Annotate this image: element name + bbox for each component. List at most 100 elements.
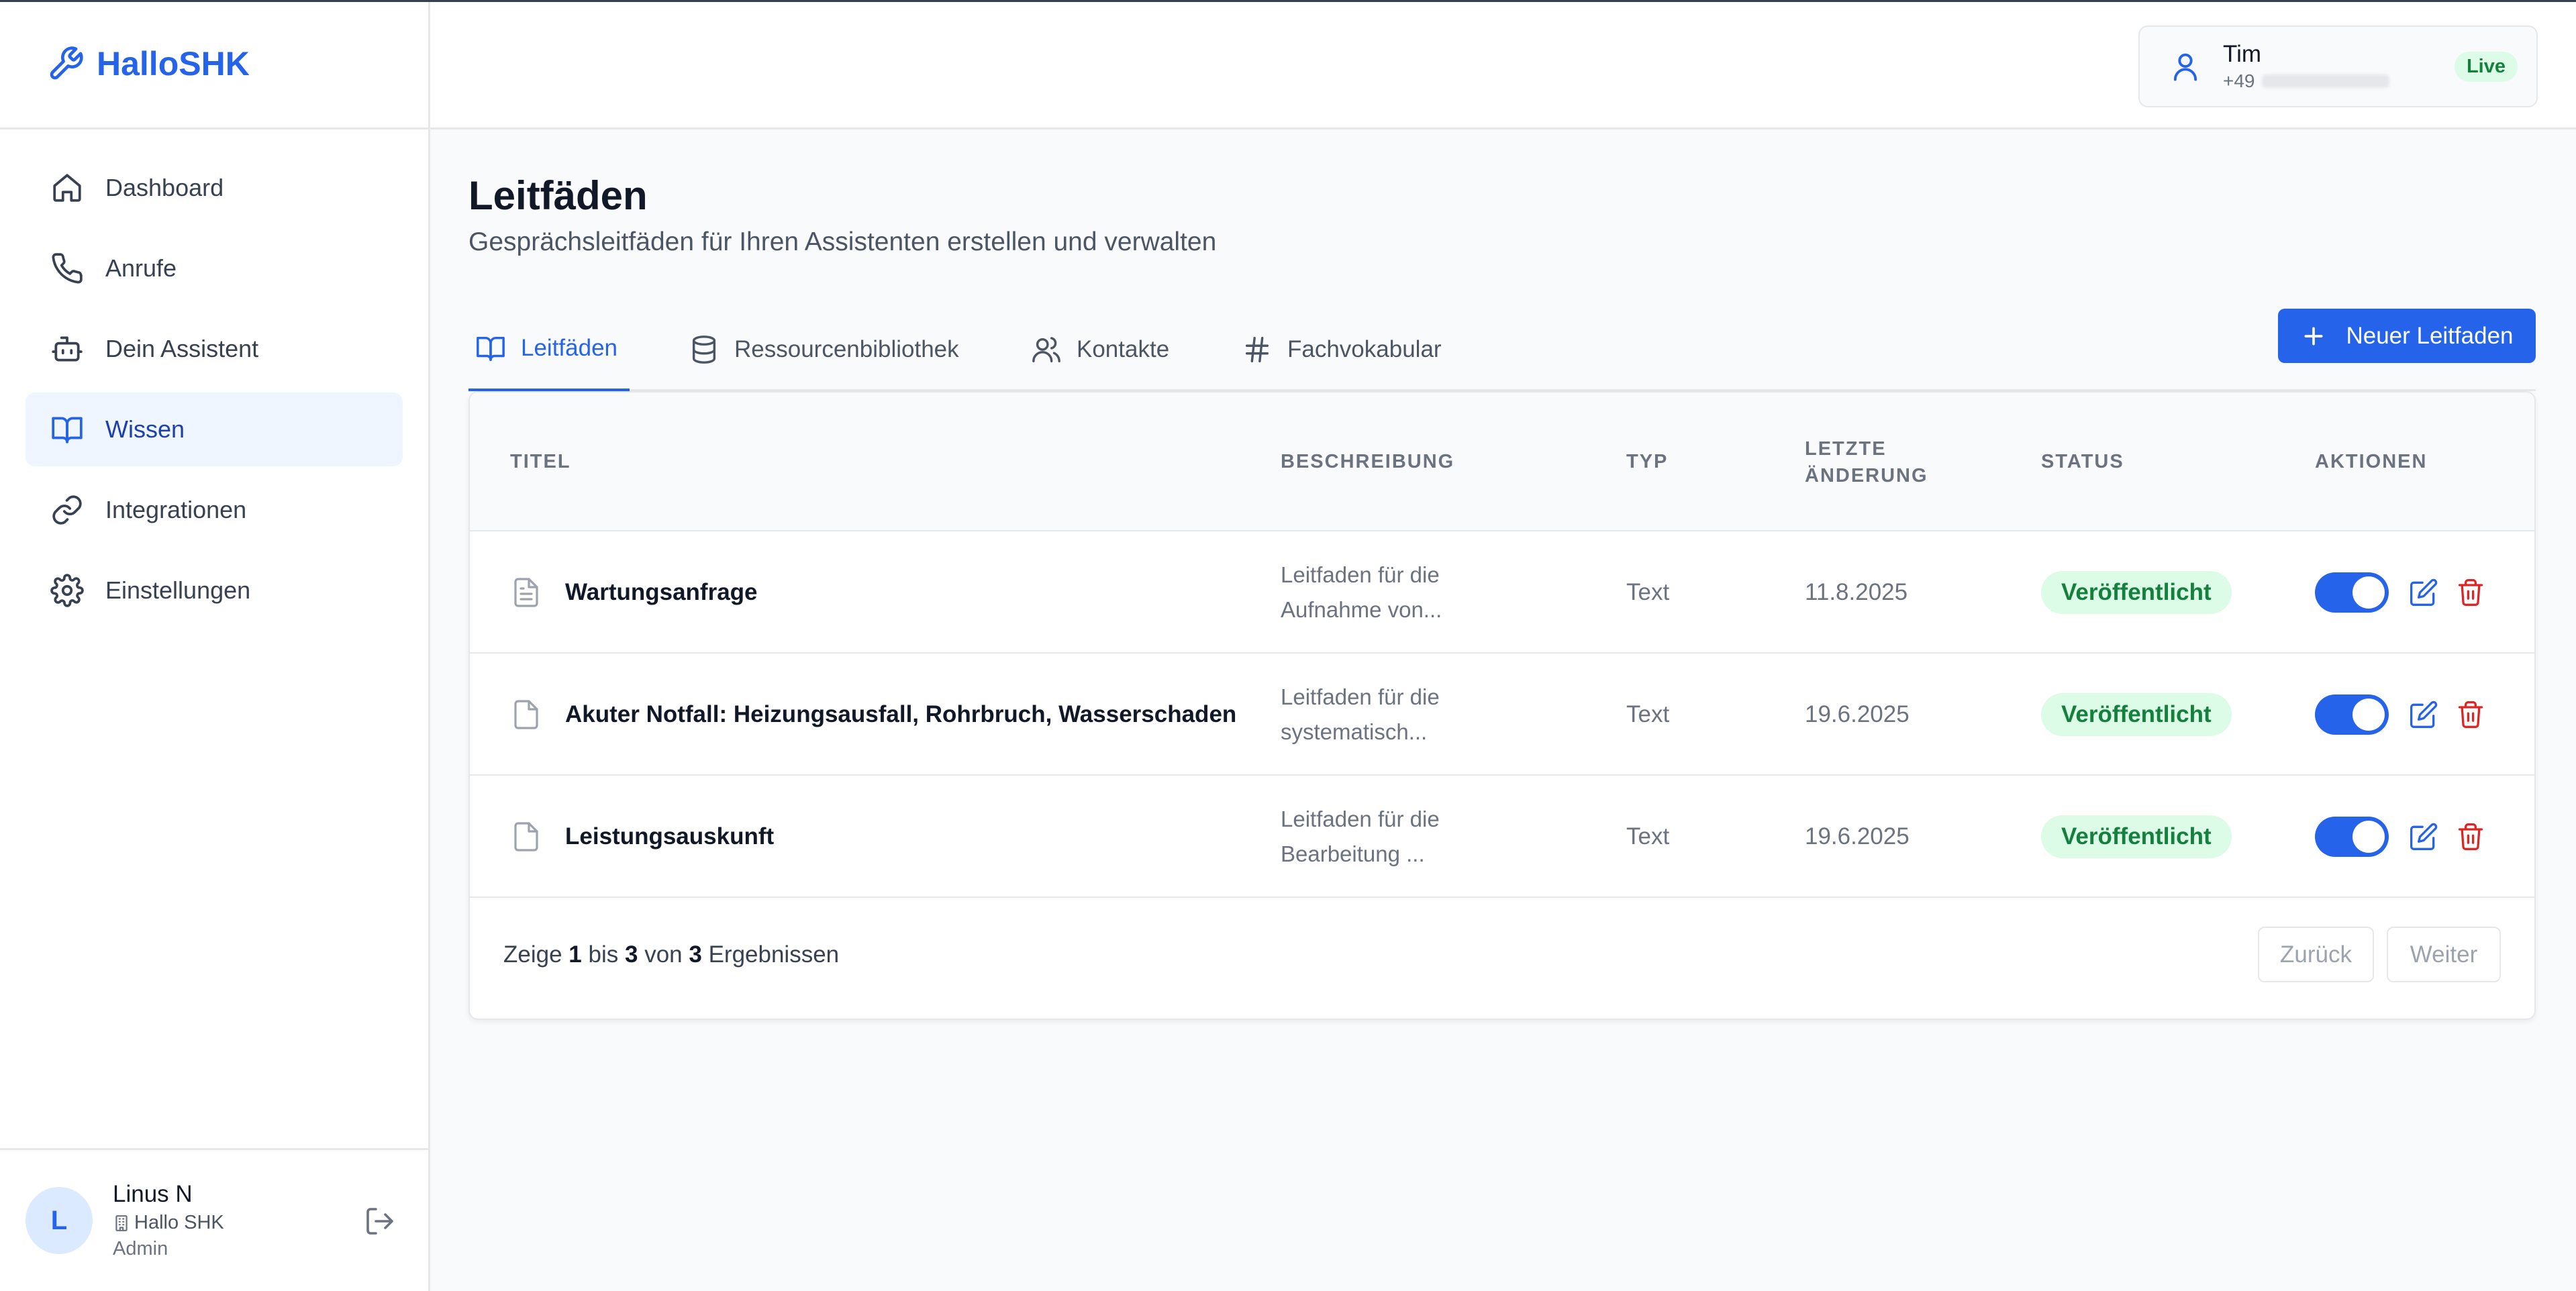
edit-icon[interactable] <box>2409 822 2438 851</box>
date-cell: 11.8.2025 <box>1805 531 1908 654</box>
column-header-title[interactable]: TITEL <box>510 393 571 531</box>
type-cell: Text <box>1626 654 1669 776</box>
guide-description: Leitfaden für die systematisch... <box>1281 680 1536 750</box>
phone-icon <box>52 253 83 284</box>
status-badge: Veröffentlicht <box>2041 693 2232 736</box>
book-open-icon <box>477 336 505 361</box>
app-name: HalloSHK <box>97 45 250 83</box>
sidebar-item-label: Einstellungen <box>105 576 251 604</box>
table-header: TITEL BESCHREIBUNG TYP LETZTE ÄNDERUNG S… <box>470 393 2534 531</box>
next-page-button[interactable]: Weiter <box>2387 927 2501 982</box>
guide-description-line: systematisch... <box>1281 719 1428 744</box>
trash-icon[interactable] <box>2456 822 2485 851</box>
tab-label: Fachvokabular <box>1287 335 1442 362</box>
results-mid2: von <box>644 941 683 968</box>
tab-label: Ressourcenbibliothek <box>734 335 959 362</box>
results-total: 3 <box>689 941 702 968</box>
tab-fachvokabular[interactable]: Fachvokabular <box>1242 307 1442 391</box>
guide-description: Leitfaden für die Aufnahme von... <box>1281 558 1536 627</box>
column-header-description[interactable]: BESCHREIBUNG <box>1281 393 1454 531</box>
new-guide-button-label: Neuer Leitfaden <box>2346 322 2514 349</box>
guide-type: Text <box>1626 579 1670 605</box>
table-footer: Zeige 1 bis 3 von 3 Ergebnissen Zurück W… <box>470 894 2534 1019</box>
hash-icon <box>1245 336 1269 362</box>
column-header-status[interactable]: STATUS <box>2041 393 2124 531</box>
publish-toggle[interactable] <box>2315 817 2389 857</box>
sidebar-item-integrationen[interactable]: Integrationen <box>26 473 403 547</box>
tab-kontakte[interactable]: Kontakte <box>1031 307 1169 391</box>
guide-description-line: Leitfaden für die <box>1281 562 1440 587</box>
sidebar-item-label: Anrufe <box>105 254 177 282</box>
sidebar-item-dein-assistent[interactable]: Dein Assistent <box>26 312 403 386</box>
file-icon <box>514 822 538 851</box>
sidebar-item-wissen[interactable]: Wissen <box>26 393 403 466</box>
file-icon <box>514 700 538 729</box>
actions-cell <box>2315 654 2485 776</box>
publish-toggle[interactable] <box>2315 694 2389 735</box>
new-guide-button[interactable]: Neuer Leitfaden <box>2278 309 2536 363</box>
description-cell: Leitfaden für die Aufnahme von... <box>1281 531 1536 654</box>
table-row[interactable]: Akuter Notfall: Heizungsausfall, Rohrbru… <box>470 654 2534 776</box>
edit-icon[interactable] <box>2409 578 2438 607</box>
results-from: 1 <box>568 941 582 968</box>
tab-label: Leitfäden <box>521 334 618 361</box>
assistant-info: Tim +49 <box>2223 41 2389 92</box>
status-cell: Veröffentlicht <box>2041 776 2232 898</box>
column-header-actions: AKTIONEN <box>2315 451 2428 472</box>
guide-title[interactable]: Akuter Notfall: Heizungsausfall, Rohrbru… <box>565 701 1236 728</box>
user-company-name: Hallo SHK <box>134 1212 224 1233</box>
logout-icon[interactable] <box>364 1205 396 1237</box>
actions-cell <box>2315 531 2485 654</box>
assistant-phone-card[interactable]: Tim +49 Live <box>2138 25 2538 107</box>
user-company: Hallo SHK <box>113 1212 224 1234</box>
sidebar-item-anrufe[interactable]: Anrufe <box>26 231 403 305</box>
trash-icon[interactable] <box>2456 700 2485 729</box>
page-subtitle: Gesprächsleitfäden für Ihren Assistenten… <box>468 227 1217 256</box>
guide-title[interactable]: Wartungsanfrage <box>565 579 758 606</box>
sidebar: HalloSHK Dashboard Anrufe Dein Assistent… <box>0 0 430 1291</box>
building-icon <box>115 1215 128 1231</box>
sidebar-item-dashboard[interactable]: Dashboard <box>26 151 403 225</box>
column-header-last-changed[interactable]: LETZTE ÄNDERUNG <box>1805 393 1928 531</box>
user-name: Linus N <box>113 1181 193 1207</box>
results-to: 3 <box>624 941 638 968</box>
title-cell: Leistungsauskunft <box>510 776 774 898</box>
column-header-type[interactable]: TYP <box>1626 393 1668 531</box>
description-cell: Leitfaden für die Bearbeitung ... <box>1281 776 1536 898</box>
trash-icon[interactable] <box>2456 578 2485 607</box>
link-icon <box>52 495 82 525</box>
guide-title[interactable]: Leistungsauskunft <box>565 823 774 850</box>
sidebar-item-einstellungen[interactable]: Einstellungen <box>26 554 403 627</box>
results-suffix: Ergebnissen <box>708 941 840 968</box>
user-icon <box>2173 53 2197 81</box>
column-header-last-changed-line2: ÄNDERUNG <box>1805 464 1928 486</box>
tab-ressourcenbibliothek[interactable]: Ressourcenbibliothek <box>689 307 959 391</box>
sidebar-item-label: Integrationen <box>105 496 247 523</box>
avatar[interactable]: L <box>26 1187 93 1254</box>
brand[interactable]: HalloSHK <box>0 0 428 130</box>
status-cell: Veröffentlicht <box>2041 531 2232 654</box>
publish-toggle[interactable] <box>2315 572 2389 613</box>
home-icon <box>53 174 81 202</box>
date-cell: 19.6.2025 <box>1805 776 1910 898</box>
guide-date: 19.6.2025 <box>1805 701 1910 727</box>
tab-leitfaeden[interactable]: Leitfäden <box>468 307 630 391</box>
table-row[interactable]: Wartungsanfrage Leitfaden für die Aufnah… <box>470 531 2534 654</box>
wrench-icon <box>50 46 83 80</box>
sidebar-item-label: Wissen <box>105 415 185 443</box>
table-row[interactable]: Leistungsauskunft Leitfaden für die Bear… <box>470 776 2534 898</box>
edit-icon[interactable] <box>2409 700 2438 729</box>
results-prefix: Zeige <box>503 941 562 968</box>
type-cell: Text <box>1626 531 1669 654</box>
book-open-icon <box>52 417 83 444</box>
guide-type: Text <box>1626 823 1670 849</box>
sidebar-item-label: Dein Assistent <box>105 335 259 362</box>
previous-page-button[interactable]: Zurück <box>2258 927 2374 982</box>
file-text-icon <box>514 578 538 607</box>
redacted-phone-number <box>2261 74 2389 88</box>
bot-icon <box>52 336 83 362</box>
user-role: Admin <box>113 1238 168 1259</box>
column-header-last-changed-line1: LETZTE <box>1805 437 1887 460</box>
top-header: Tim +49 Live <box>430 0 2576 130</box>
guide-description: Leitfaden für die Bearbeitung ... <box>1281 802 1536 872</box>
